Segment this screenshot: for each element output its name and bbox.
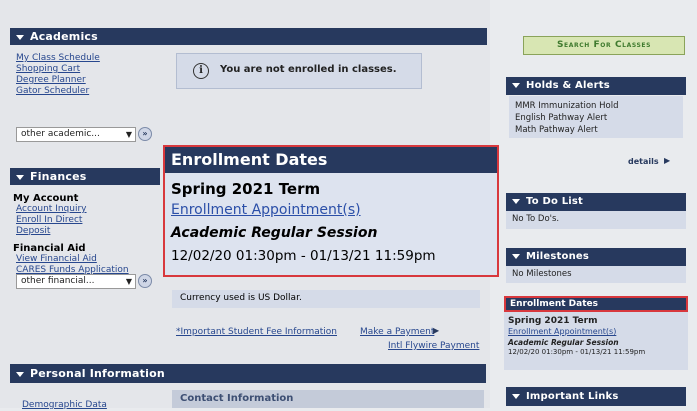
enrollment-dates-small-panel: Enrollment Dates Spring 2021 Term Enroll…	[504, 296, 688, 370]
collapse-triangle-icon	[16, 174, 24, 180]
enrollment-dates-callout-title: Enrollment Dates	[171, 150, 328, 169]
finances-header[interactable]: Finances	[10, 168, 160, 185]
currency-note: Currency used is US Dollar.	[180, 293, 302, 303]
other-financial-select-value: other financial...	[21, 276, 95, 286]
collapse-triangle-icon	[16, 371, 24, 377]
class-schedule-link[interactable]: My Class Schedule	[16, 53, 166, 64]
holds-alerts-title: Holds & Alerts	[526, 80, 610, 91]
personal-info-header[interactable]: Personal Information	[10, 364, 486, 383]
todo-body: No To Do's.	[506, 211, 686, 229]
enroll-in-direct-link[interactable]: Enroll In Direct	[16, 215, 163, 226]
academics-title: Academics	[30, 30, 98, 43]
search-classes-button[interactable]: Search For Classes	[523, 36, 685, 55]
make-payment-link[interactable]: Make a Payment	[360, 327, 434, 338]
holds-item[interactable]: English Pathway Alert	[515, 112, 677, 124]
view-financial-aid-link[interactable]: View Financial Aid	[16, 254, 163, 265]
info-icon: i	[193, 63, 209, 79]
contact-info-header: Contact Information	[172, 390, 484, 408]
academics-links: My Class Schedule Shopping Cart Degree P…	[16, 53, 166, 97]
collapse-triangle-icon	[512, 82, 520, 88]
dropdown-caret-icon: ▼	[125, 277, 132, 286]
todo-header[interactable]: To Do List	[506, 193, 686, 211]
todo-text: No To Do's.	[512, 214, 560, 224]
contact-info-title: Contact Information	[180, 393, 294, 404]
enrollment-dates-callout-header: Enrollment Dates	[165, 147, 497, 173]
enrollment-callout-session: Academic Regular Session	[171, 225, 378, 241]
holds-details-link[interactable]: details	[628, 157, 659, 166]
holds-alerts-list: MMR Immunization Hold English Pathway Al…	[509, 96, 683, 138]
enrollment-dates-callout: Enrollment Dates Spring 2021 Term Enroll…	[163, 145, 499, 277]
enrollment-small-dates: 12/02/20 01:30pm - 01/13/21 11:59pm	[508, 348, 646, 356]
enrollment-dates-small-header: Enrollment Dates	[504, 296, 688, 312]
finances-title: Finances	[30, 170, 87, 183]
details-arrow-icon[interactable]: ▶	[664, 156, 670, 165]
other-financial-select[interactable]: other financial... ▼	[16, 274, 136, 289]
enrollment-small-term: Spring 2021 Term	[508, 316, 598, 326]
not-enrolled-notice: i You are not enrolled in classes.	[176, 53, 422, 89]
collapse-triangle-icon	[512, 393, 520, 399]
dropdown-caret-icon: ▼	[125, 130, 132, 139]
academics-header[interactable]: Academics	[10, 28, 487, 45]
enrollment-small-session: Academic Regular Session	[508, 338, 619, 347]
enrollment-callout-term: Spring 2021 Term	[171, 180, 321, 198]
enrollment-dates-small-title: Enrollment Dates	[510, 299, 598, 309]
holds-alerts-header[interactable]: Holds & Alerts	[506, 77, 686, 95]
financial-aid-label: Financial Aid	[13, 243, 86, 254]
other-academic-select-value: other academic...	[21, 129, 100, 139]
gator-scheduler-link[interactable]: Gator Scheduler	[16, 86, 166, 97]
account-inquiry-link[interactable]: Account Inquiry	[16, 204, 163, 215]
currency-panel: Currency used is US Dollar.	[172, 290, 480, 308]
arrow-right-icon: ▶	[433, 326, 440, 335]
degree-planner-link[interactable]: Degree Planner	[16, 75, 166, 86]
holds-item[interactable]: MMR Immunization Hold	[515, 100, 677, 112]
milestones-header[interactable]: Milestones	[506, 248, 686, 266]
finances-links: My Account Account Inquiry Enroll In Dir…	[13, 193, 163, 276]
enrollment-callout-appointment-link[interactable]: Enrollment Appointment(s)	[171, 202, 361, 218]
go-financial-button[interactable]: »	[138, 274, 152, 288]
collapse-triangle-icon	[512, 198, 520, 204]
milestones-title: Milestones	[526, 251, 590, 262]
todo-title: To Do List	[526, 196, 584, 207]
milestones-text: No Milestones	[512, 269, 572, 279]
not-enrolled-text: You are not enrolled in classes.	[220, 64, 397, 75]
holds-item[interactable]: Math Pathway Alert	[515, 124, 677, 136]
go-academic-button[interactable]: »	[138, 127, 152, 141]
personal-info-title: Personal Information	[30, 367, 165, 380]
fee-info-link[interactable]: *Important Student Fee Information	[176, 327, 337, 338]
important-links-title: Important Links	[526, 391, 619, 402]
collapse-triangle-icon	[512, 253, 520, 259]
important-links-header[interactable]: Important Links	[506, 387, 686, 406]
enrollment-callout-dates: 12/02/20 01:30pm - 01/13/21 11:59pm	[171, 248, 436, 264]
deposit-link[interactable]: Deposit	[16, 226, 163, 237]
other-academic-select[interactable]: other academic... ▼	[16, 127, 136, 142]
collapse-triangle-icon	[16, 34, 24, 40]
enrollment-small-appointment-link[interactable]: Enrollment Appointment(s)	[508, 327, 616, 336]
flywire-link[interactable]: Intl Flywire Payment	[388, 341, 479, 352]
shopping-cart-link[interactable]: Shopping Cart	[16, 64, 166, 75]
search-classes-label: Search For Classes	[556, 40, 652, 50]
my-account-label: My Account	[13, 193, 79, 204]
milestones-body: No Milestones	[506, 266, 686, 283]
demographic-data-link[interactable]: Demographic Data	[22, 400, 107, 411]
